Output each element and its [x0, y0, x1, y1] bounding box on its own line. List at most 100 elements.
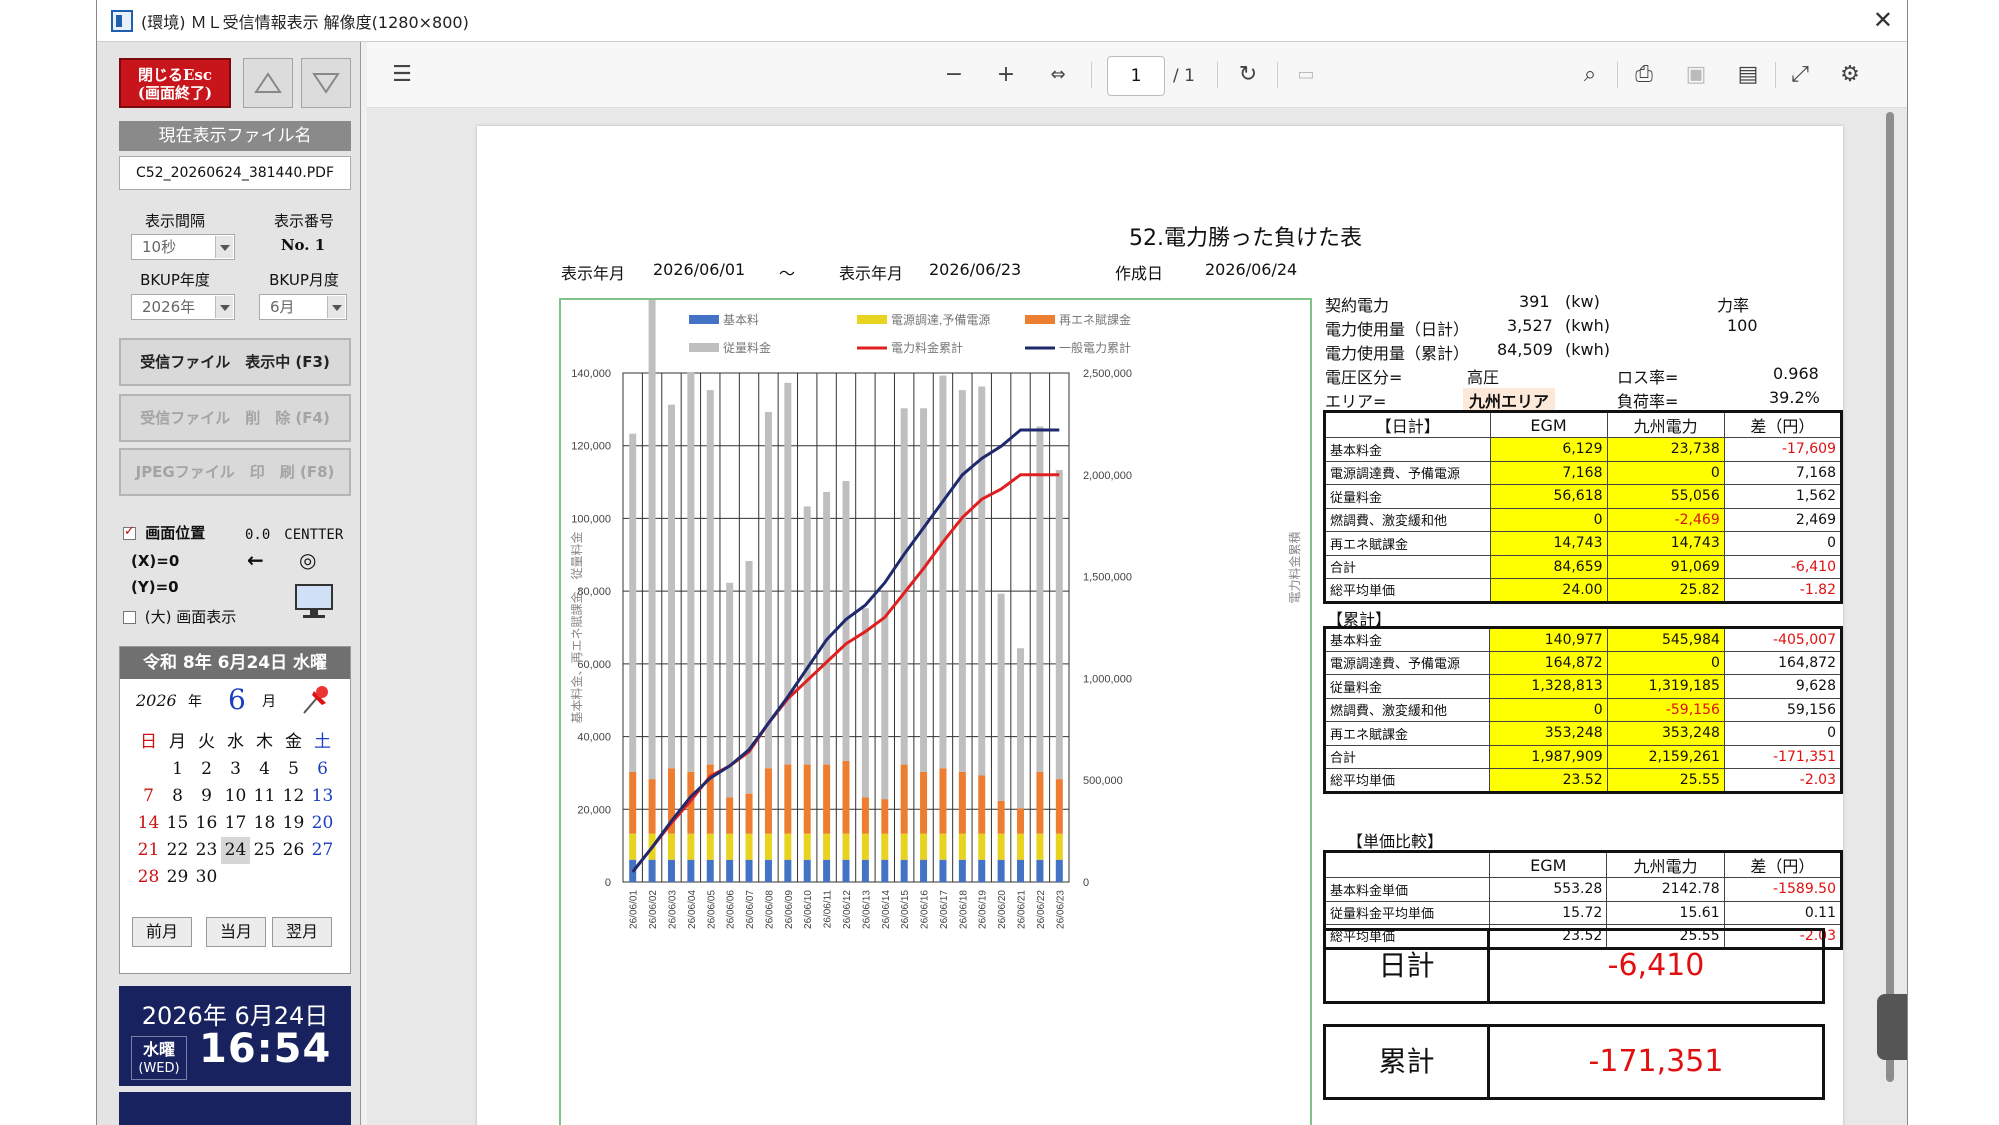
search-icon[interactable]: ⌕ [1575, 62, 1605, 88]
delete-file-button[interactable]: 受信ファイル 削 除 (F4) [119, 394, 351, 442]
received-file-button[interactable]: 受信ファイル 表示中 (F3) [119, 338, 351, 386]
bar-segment [997, 800, 1005, 834]
calendar-day[interactable]: 10 [221, 783, 250, 810]
left-arrow-icon[interactable]: ← [247, 548, 264, 572]
page-view-icon[interactable]: ▭ [1291, 62, 1321, 88]
screen-position-value: 0.0 CENTTER [245, 527, 344, 543]
calendar-day[interactable]: 27 [308, 837, 337, 864]
calendar-empty [250, 864, 279, 891]
calendar-day[interactable]: 24 [221, 837, 250, 864]
legend-label: 一般電力累計 [1059, 340, 1131, 355]
save-as-icon[interactable]: ▤ [1733, 62, 1763, 88]
cell-value: 23.52 [1489, 768, 1608, 793]
target-icon[interactable]: ◎ [299, 548, 316, 572]
calendar-day[interactable]: 28 [134, 864, 163, 891]
legend-label: 電力料金累計 [891, 340, 963, 355]
bkup-month-select[interactable]: 6月 [259, 294, 347, 320]
next-month-button[interactable]: 翌月 [272, 917, 332, 947]
current-month-button[interactable]: 当月 [206, 917, 266, 947]
page-number-input[interactable]: 1 [1107, 56, 1165, 96]
calendar-day[interactable]: 29 [163, 864, 192, 891]
screen-position-checkbox[interactable] [123, 524, 136, 540]
calendar-day[interactable]: 22 [163, 837, 192, 864]
bar-segment [842, 833, 850, 860]
toolbar-divider [1277, 62, 1278, 88]
cell-value: 九州電力 [1606, 411, 1725, 438]
calendar-day[interactable]: 26 [279, 837, 308, 864]
calendar-day[interactable]: 11 [250, 783, 279, 810]
monitor-icon[interactable] [293, 582, 335, 622]
side-panel-tab[interactable] [1877, 994, 1907, 1060]
calendar-day[interactable]: 9 [192, 783, 221, 810]
bkup-year-select[interactable]: 2026年 [131, 294, 235, 320]
chart-frame: 0 20,000 40,000 60,000 80,000 100,000 120,000 1… [559, 298, 1312, 1125]
rotate-icon[interactable]: ↻ [1233, 62, 1263, 88]
save-icon[interactable]: ▣ [1681, 62, 1711, 88]
calendar-day[interactable]: 14 [134, 810, 163, 837]
document-page: 52.電力勝った負けた表 表示年月 2026/06/01 〜 表示年月 2026… [477, 126, 1843, 1125]
close-window-button[interactable]: ✕ [1873, 6, 1893, 34]
calendar-day[interactable]: 21 [134, 837, 163, 864]
calendar-day[interactable]: 19 [279, 810, 308, 837]
bar-segment [1017, 833, 1025, 860]
close-esc-button[interactable]: 閉じるEsc (画面終了) [119, 58, 231, 108]
chevron-down-icon [215, 296, 233, 318]
calendar-day[interactable]: 25 [250, 837, 279, 864]
calendar-day[interactable]: 17 [221, 810, 250, 837]
calendar-day[interactable]: 7 [134, 783, 163, 810]
scrollbar-thumb[interactable] [1886, 112, 1894, 1082]
bar-segment [881, 799, 889, 834]
calendar-day[interactable]: 4 [250, 756, 279, 783]
big-display-checkbox[interactable] [123, 611, 136, 624]
calendar-day[interactable]: 1 [163, 756, 192, 783]
area-label: エリア= [1325, 392, 1387, 411]
bar-segment [861, 859, 869, 882]
row-label: 従量料金 [1323, 674, 1491, 699]
row-label: 電源調達費、予備電源 [1324, 460, 1491, 485]
prev-month-button[interactable]: 前月 [132, 917, 192, 947]
pushpin-icon[interactable] [298, 683, 334, 717]
fit-width-icon[interactable]: ⇔ [1043, 62, 1073, 88]
cell-value: 15.61 [1606, 900, 1725, 925]
calendar-day[interactable]: 16 [192, 810, 221, 837]
bar-segment [687, 859, 695, 882]
contract-label: 契約電力 [1325, 296, 1390, 315]
bkup-month-label: BKUP月度 [269, 271, 339, 289]
fullscreen-icon[interactable]: ⤢ [1785, 62, 1815, 88]
calendar-day[interactable]: 23 [192, 837, 221, 864]
zoom-out-icon[interactable]: − [939, 62, 969, 88]
zoom-in-icon[interactable]: + [991, 62, 1021, 88]
interval-select[interactable]: 10秒 [131, 234, 235, 260]
calendar-day[interactable]: 12 [279, 783, 308, 810]
row-label: 【日計】 [1324, 411, 1491, 438]
cell-value: 0 [1489, 507, 1608, 532]
prev-up-button[interactable] [243, 58, 293, 108]
cell-value: 59,156 [1723, 697, 1843, 722]
calendar-day[interactable]: 15 [163, 810, 192, 837]
calendar-day[interactable]: 2 [192, 756, 221, 783]
calendar-day[interactable]: 3 [221, 756, 250, 783]
bar-segment [629, 833, 637, 860]
calendar-day[interactable]: 13 [308, 783, 337, 810]
bar-segment [881, 859, 889, 882]
calendar-day[interactable]: 5 [279, 756, 308, 783]
next-down-button[interactable] [301, 58, 351, 108]
calendar-day[interactable]: 30 [192, 864, 221, 891]
screen-position-area: 画面位置 0.0 CENTTER (X)=0 ← ◎ (Y)=0 (大) 画面表… [123, 512, 353, 632]
cell-value: 2,469 [1723, 507, 1843, 532]
legend-swatch [857, 315, 887, 324]
calendar-year-month: 2026 年 6 月 [120, 679, 350, 719]
settings-gear-icon[interactable]: ⚙ [1835, 62, 1865, 88]
print-icon[interactable]: ⎙ [1629, 62, 1659, 88]
print-jpeg-button[interactable]: JPEGファイル 印 刷 (F8) [119, 448, 351, 496]
calendar-day[interactable]: 20 [308, 810, 337, 837]
calendar-day[interactable]: 6 [308, 756, 337, 783]
x-tick-label: 26/06/16 [920, 890, 931, 929]
vertical-scrollbar[interactable] [1883, 92, 1897, 1122]
calendar-header: 令和 8年 6月24日 水曜 [120, 647, 350, 679]
table-row: 総平均単価 24.00 25.82 -1.82 [1324, 578, 1843, 603]
bar-segment [881, 591, 889, 800]
calendar-day[interactable]: 18 [250, 810, 279, 837]
calendar-day[interactable]: 8 [163, 783, 192, 810]
outline-list-icon[interactable]: ☰ [387, 62, 417, 88]
